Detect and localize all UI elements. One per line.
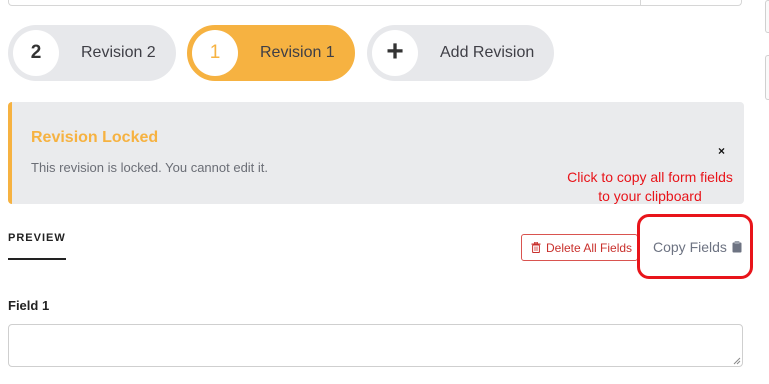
plus-icon: + <box>372 30 418 76</box>
annotation-line: Click to copy all form fields <box>567 169 733 185</box>
revision-number-badge: 1 <box>192 30 238 76</box>
alert-title: Revision Locked <box>31 129 159 146</box>
clipboard-icon <box>732 240 742 252</box>
add-revision-label: Add Revision <box>440 44 535 61</box>
revision-tab-1[interactable]: 1 Revision 1 <box>187 25 355 81</box>
add-revision-button[interactable]: + Add Revision <box>367 25 554 81</box>
top-input-field[interactable] <box>8 0 742 6</box>
revision-tab-label: Revision 2 <box>81 44 156 61</box>
tab-preview[interactable]: PREVIEW <box>8 232 66 244</box>
field-1-label: Field 1 <box>8 298 50 313</box>
revision-tab-label: Revision 1 <box>260 44 335 61</box>
alert-message: This revision is locked. You cannot edit… <box>31 160 269 175</box>
field-1-textarea[interactable] <box>8 324 743 367</box>
revision-tab-2[interactable]: 2 Revision 2 <box>8 25 176 81</box>
delete-all-fields-label: Delete All Fields <box>546 240 633 255</box>
annotation-line: to your clipboard <box>598 188 702 204</box>
side-panel-edge <box>765 55 769 100</box>
resize-grip-icon[interactable] <box>733 357 741 365</box>
trash-icon <box>531 242 541 253</box>
revision-number-badge: 2 <box>13 30 59 76</box>
close-icon[interactable]: × <box>718 144 725 158</box>
top-input-divider <box>640 0 641 6</box>
side-panel-edge <box>765 0 769 33</box>
delete-all-fields-button[interactable]: Delete All Fields <box>521 234 638 261</box>
copy-fields-label: Copy Fields <box>653 238 727 255</box>
copy-fields-button[interactable]: Copy Fields <box>645 233 745 260</box>
copy-fields-annotation: Click to copy all form fields to your cl… <box>550 168 750 206</box>
tab-active-indicator <box>8 258 66 260</box>
